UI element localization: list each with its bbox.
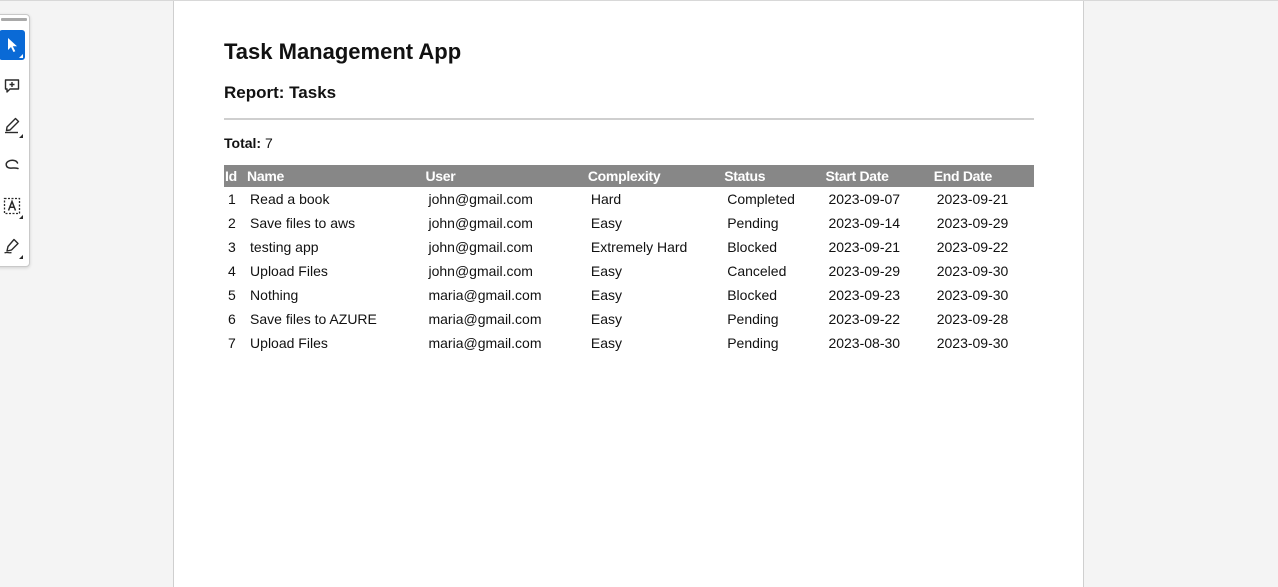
tasks-table: Id Name User Complexity Status Start Dat… (224, 165, 1034, 355)
cell-complexity: Extremely Hard (590, 239, 688, 255)
cell-status: Pending (727, 311, 779, 327)
cell-user: maria@gmail.com (428, 287, 542, 303)
total-count: Total: 7 (224, 135, 273, 151)
cell-start-date: 2023-09-29 (828, 263, 901, 279)
document-title: Task Management App (224, 39, 462, 64)
cell-complexity: Hard (590, 191, 622, 207)
cell-complexity: Easy (590, 335, 622, 351)
column-header-end-date: End Date (932, 165, 1034, 187)
cell-end-date: 2023-09-29 (936, 215, 1009, 231)
cell-end-date: 2023-09-30 (936, 335, 1009, 351)
pdf-viewer: Task Management App Report: Tasks Total:… (0, 0, 1278, 587)
add-comment-button[interactable] (0, 71, 25, 101)
annotation-toolbar (0, 14, 30, 267)
cell-end-date: 2023-09-22 (936, 239, 1009, 255)
document-page: Task Management App Report: Tasks Total:… (173, 1, 1084, 587)
cell-user: john@gmail.com (428, 263, 533, 279)
cell-status: Blocked (727, 287, 778, 303)
cell-name: Read a book (250, 191, 330, 207)
cell-user: maria@gmail.com (428, 335, 542, 351)
cell-end-date: 2023-09-21 (936, 191, 1009, 207)
select-arrow-icon (5, 37, 19, 53)
column-header-complexity: Complexity (586, 165, 724, 187)
column-header-name: Name (246, 165, 425, 187)
cell-id: 5 (228, 287, 236, 303)
cell-name: Upload Files (250, 263, 328, 279)
cell-end-date: 2023-09-28 (936, 311, 1009, 327)
column-header-start-date: Start Date (824, 165, 933, 187)
cell-id: 4 (228, 263, 236, 279)
table-row: 1 Read a book john@gmail.com Hard Completed 2… (224, 187, 1034, 211)
table-row: 6 Save files to AZURE maria@gmail.com Easy P… (224, 307, 1034, 331)
cell-id: 7 (228, 335, 236, 351)
cell-user: maria@gmail.com (428, 311, 542, 327)
title-divider (224, 118, 1034, 120)
cell-name: Save files to aws (250, 215, 356, 231)
cell-id: 1 (228, 191, 236, 207)
text-box-icon (3, 197, 21, 215)
toolbar-drag-handle[interactable] (1, 18, 27, 21)
cell-complexity: Easy (590, 215, 622, 231)
select-tool-button[interactable] (0, 30, 25, 60)
cell-start-date: 2023-09-23 (828, 287, 901, 303)
total-value: 7 (264, 135, 273, 151)
cell-status: Blocked (727, 239, 778, 255)
cell-end-date: 2023-09-30 (936, 263, 1009, 279)
cell-complexity: Easy (590, 311, 622, 327)
cell-name: Save files to AZURE (250, 311, 377, 327)
cell-name: Nothing (250, 287, 299, 303)
cell-start-date: 2023-09-14 (828, 215, 901, 231)
cell-name: Upload Files (250, 335, 328, 351)
tool-options-indicator (19, 215, 23, 219)
cell-name: testing app (250, 239, 319, 255)
table-row: 4 Upload Files john@gmail.com Easy Canceled 2… (224, 259, 1034, 283)
viewer-background (1084, 1, 1278, 587)
highlight-tool-button[interactable] (0, 110, 25, 140)
column-header-status: Status (723, 165, 825, 187)
cell-status: Pending (727, 335, 779, 351)
column-header-id: Id (224, 165, 247, 187)
total-label: Total: (224, 135, 262, 151)
cell-start-date: 2023-09-07 (828, 191, 901, 207)
cell-id: 3 (228, 239, 236, 255)
draw-freehand-icon (3, 156, 21, 174)
table-row: 3 testing app john@gmail.com Extremely Hard… (224, 235, 1034, 259)
tool-options-indicator (19, 54, 23, 58)
cell-status: Pending (727, 215, 779, 231)
report-title: Report: Tasks (224, 83, 337, 102)
column-header-user: User (424, 165, 587, 187)
table-row: 7 Upload Files maria@gmail.com Easy Pending 2… (224, 331, 1034, 355)
cell-id: 2 (228, 215, 236, 231)
cell-id: 6 (228, 311, 236, 327)
cell-user: john@gmail.com (428, 239, 533, 255)
add-comment-icon (3, 77, 21, 95)
table-header-row: Id Name User Complexity Status Start Dat… (224, 165, 1034, 187)
cell-status: Canceled (727, 263, 787, 279)
tool-options-indicator (19, 255, 23, 259)
cell-start-date: 2023-09-21 (828, 239, 901, 255)
cell-status: Completed (727, 191, 795, 207)
tool-options-indicator (19, 134, 23, 138)
cell-complexity: Easy (590, 287, 622, 303)
cell-complexity: Easy (590, 263, 622, 279)
highlight-pen-icon (3, 116, 21, 134)
signature-icon (3, 237, 21, 255)
cell-end-date: 2023-09-30 (936, 287, 1009, 303)
table-row: 2 Save files to aws john@gmail.com Easy Pend… (224, 211, 1034, 235)
cell-user: john@gmail.com (428, 191, 533, 207)
cell-start-date: 2023-09-22 (828, 311, 901, 327)
table-row: 5 Nothing maria@gmail.com Easy Blocked 2023-0… (224, 283, 1034, 307)
cell-start-date: 2023-08-30 (828, 335, 901, 351)
draw-tool-button[interactable] (0, 150, 25, 180)
signature-tool-button[interactable] (0, 231, 25, 261)
text-box-tool-button[interactable] (0, 191, 25, 221)
cell-user: john@gmail.com (428, 215, 533, 231)
